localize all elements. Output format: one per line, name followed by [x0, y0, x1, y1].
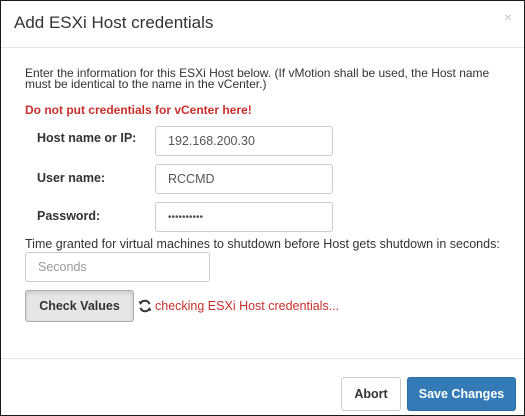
host-label: Host name or IP:: [37, 131, 137, 145]
intro-text: Enter the information for this ESXi Host…: [25, 66, 490, 91]
footer-divider: [1, 358, 524, 359]
check-values-button[interactable]: Check Values: [25, 290, 134, 322]
checking-status-text: checking ESXi Host credentials...: [155, 299, 340, 313]
user-label: User name:: [37, 171, 106, 185]
save-changes-button[interactable]: Save Changes: [407, 377, 516, 411]
dialog-title: Add ESXi Host credentials: [14, 13, 214, 32]
password-input[interactable]: [155, 202, 333, 232]
password-label: Password:: [37, 209, 101, 223]
dialog-header: Add ESXi Host credentials ×: [1, 1, 524, 48]
vcenter-warning: Do not put credentials for vCenter here!: [25, 103, 252, 117]
checking-status: checking ESXi Host credentials...: [138, 298, 339, 314]
user-name-input[interactable]: [155, 164, 333, 194]
host-input[interactable]: [155, 126, 333, 156]
refresh-icon: [138, 299, 152, 313]
close-icon[interactable]: ×: [501, 9, 515, 25]
seconds-input[interactable]: [25, 252, 210, 282]
abort-button[interactable]: Abort: [341, 377, 401, 411]
shutdown-time-label: Time granted for virtual machines to shu…: [25, 237, 500, 251]
add-esxi-host-dialog: Add ESXi Host credentials × Enter the in…: [0, 0, 525, 416]
